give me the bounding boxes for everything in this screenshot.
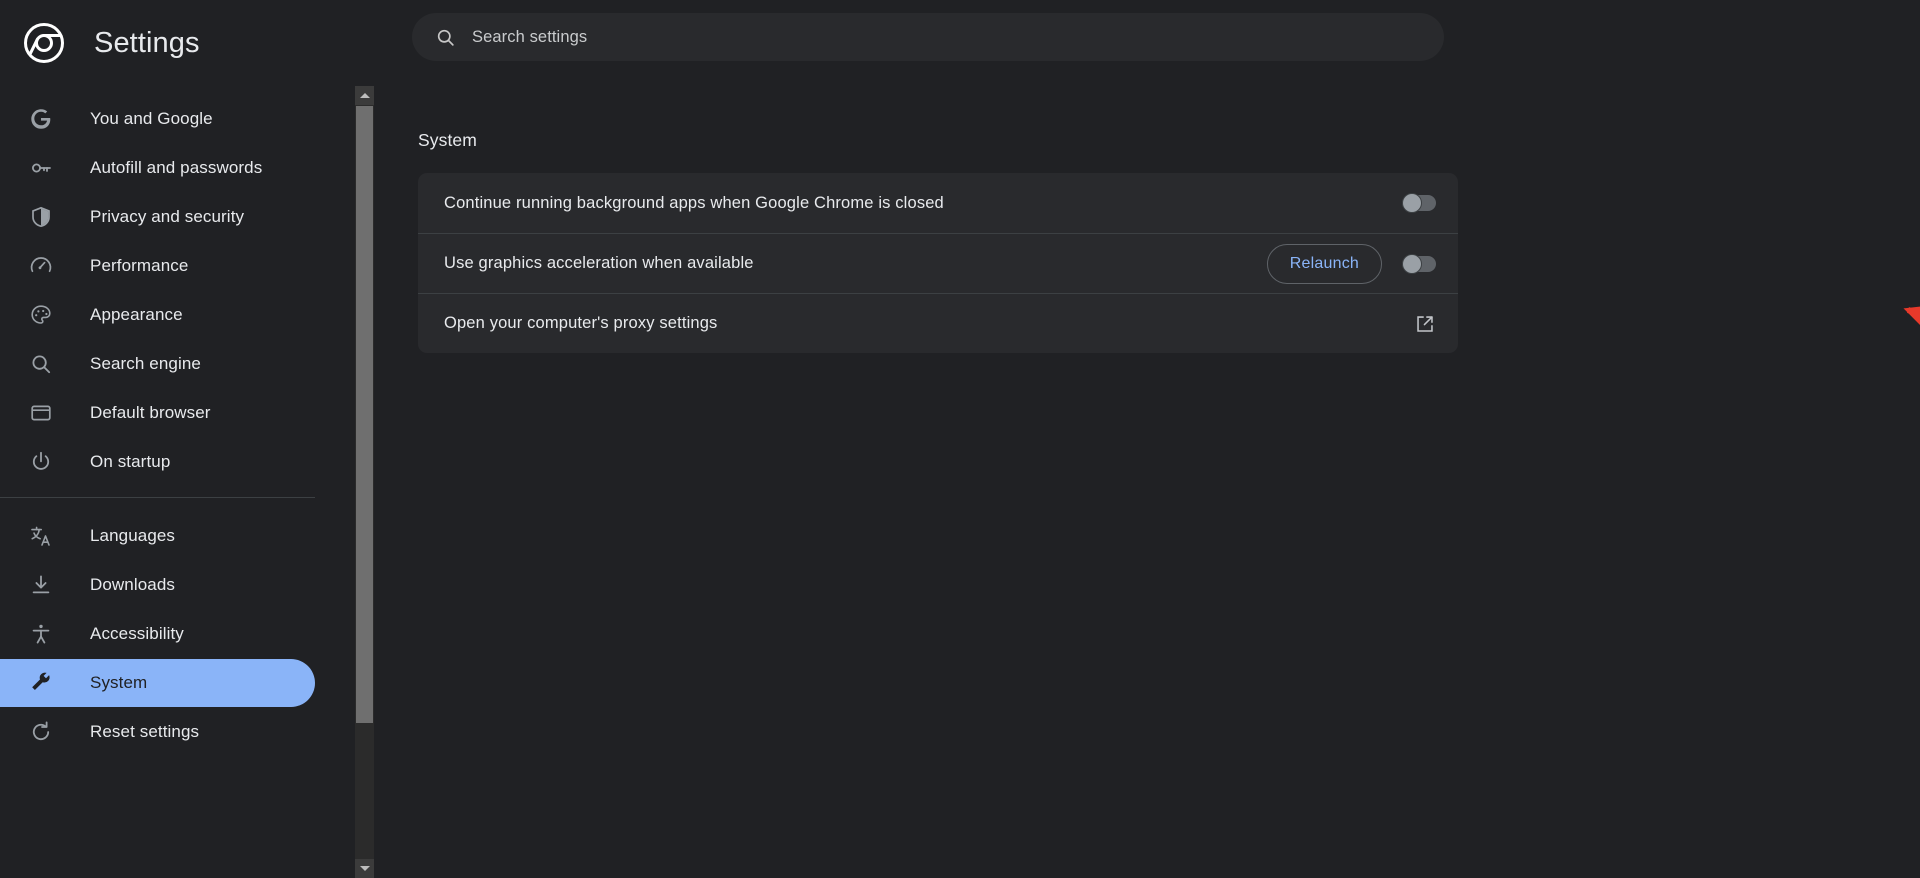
sidebar-item-reset-settings[interactable]: Reset settings (0, 708, 315, 756)
shield-icon (28, 204, 54, 230)
scroll-down-arrow-icon[interactable] (355, 859, 374, 878)
sidebar-item-label: On startup (90, 452, 171, 471)
sidebar-divider (0, 497, 315, 498)
magnifier-icon (28, 351, 54, 377)
sidebar-item-accessibility[interactable]: Accessibility (0, 610, 315, 658)
key-icon (28, 155, 54, 181)
sidebar-item-languages[interactable]: Languages (0, 512, 315, 560)
relaunch-button[interactable]: Relaunch (1266, 243, 1382, 284)
sidebar: Settings You and Google Autofill and pas… (0, 0, 374, 878)
settings-page: Settings You and Google Autofill and pas… (0, 0, 1920, 878)
brand-header: Settings (0, 0, 350, 86)
sidebar-group-secondary: Languages Downloads Accessibility System… (0, 509, 350, 756)
sidebar-item-label: Search engine (90, 354, 201, 373)
annotation-arrow (1903, 304, 1920, 332)
sidebar-item-label: Autofill and passwords (90, 158, 263, 177)
sidebar-item-downloads[interactable]: Downloads (0, 561, 315, 609)
wrench-icon (28, 670, 54, 696)
sidebar-item-label: System (90, 673, 148, 692)
sidebar-item-search-engine[interactable]: Search engine (0, 340, 315, 388)
scrollbar-thumb[interactable] (356, 106, 373, 723)
sidebar-nav: You and Google Autofill and passwords Pr… (0, 86, 350, 878)
search-settings-bar[interactable]: Search settings (412, 13, 1444, 61)
sidebar-item-privacy-and-security[interactable]: Privacy and security (0, 193, 315, 241)
restore-icon (28, 719, 54, 745)
speedometer-icon (28, 253, 54, 279)
sidebar-item-appearance[interactable]: Appearance (0, 291, 315, 339)
accessibility-icon (28, 621, 54, 647)
sidebar-item-label: Performance (90, 256, 189, 275)
browser-window-icon (28, 400, 54, 426)
system-settings-card: Continue running background apps when Go… (418, 173, 1458, 353)
setting-label: Open your computer's proxy settings (444, 314, 718, 332)
sidebar-item-label: Appearance (90, 305, 183, 324)
search-icon (435, 27, 456, 48)
scroll-up-arrow-icon[interactable] (355, 86, 374, 105)
sidebar-item-label: Languages (90, 526, 176, 545)
setting-row-proxy-settings[interactable]: Open your computer's proxy settings (418, 293, 1458, 353)
sidebar-item-label: Accessibility (90, 624, 184, 643)
sidebar-item-label: Privacy and security (90, 207, 245, 226)
row-controls (1414, 313, 1436, 335)
sidebar-item-label: You and Google (90, 109, 213, 128)
external-link-icon[interactable] (1414, 313, 1436, 335)
sidebar-item-system[interactable]: System (0, 659, 315, 707)
sidebar-item-label: Downloads (90, 575, 176, 594)
section-heading-system: System (418, 130, 477, 150)
toggle-knob (1402, 253, 1422, 274)
setting-label: Continue running background apps when Go… (444, 193, 944, 212)
row-controls: Relaunch (1266, 243, 1436, 284)
main-content: Search settings System Continue running … (374, 0, 1920, 878)
row-controls (1402, 193, 1436, 213)
sidebar-item-on-startup[interactable]: On startup (0, 438, 315, 486)
setting-row-graphics-acceleration: Use graphics acceleration when available… (418, 233, 1458, 293)
background-apps-toggle[interactable] (1402, 193, 1436, 213)
power-icon (28, 449, 54, 475)
setting-row-background-apps: Continue running background apps when Go… (418, 173, 1458, 233)
download-icon (28, 572, 54, 598)
sidebar-item-label: Default browser (90, 403, 211, 422)
search-input-placeholder[interactable]: Search settings (472, 28, 587, 47)
sidebar-item-you-and-google[interactable]: You and Google (0, 95, 315, 143)
sidebar-scrollbar[interactable] (355, 86, 374, 878)
sidebar-item-autofill-and-passwords[interactable]: Autofill and passwords (0, 144, 315, 192)
chrome-logo-icon (24, 23, 64, 63)
sidebar-group-primary: You and Google Autofill and passwords Pr… (0, 86, 350, 486)
sidebar-item-label: Reset settings (90, 722, 200, 741)
graphics-acceleration-toggle[interactable] (1402, 253, 1436, 274)
sidebar-item-performance[interactable]: Performance (0, 242, 315, 290)
google-g-icon (28, 106, 54, 132)
toggle-knob (1402, 193, 1422, 213)
sidebar-item-default-browser[interactable]: Default browser (0, 389, 315, 437)
palette-icon (28, 302, 54, 328)
setting-label: Use graphics acceleration when available (444, 254, 754, 272)
translate-icon (28, 523, 54, 549)
page-title: Settings (94, 26, 200, 59)
